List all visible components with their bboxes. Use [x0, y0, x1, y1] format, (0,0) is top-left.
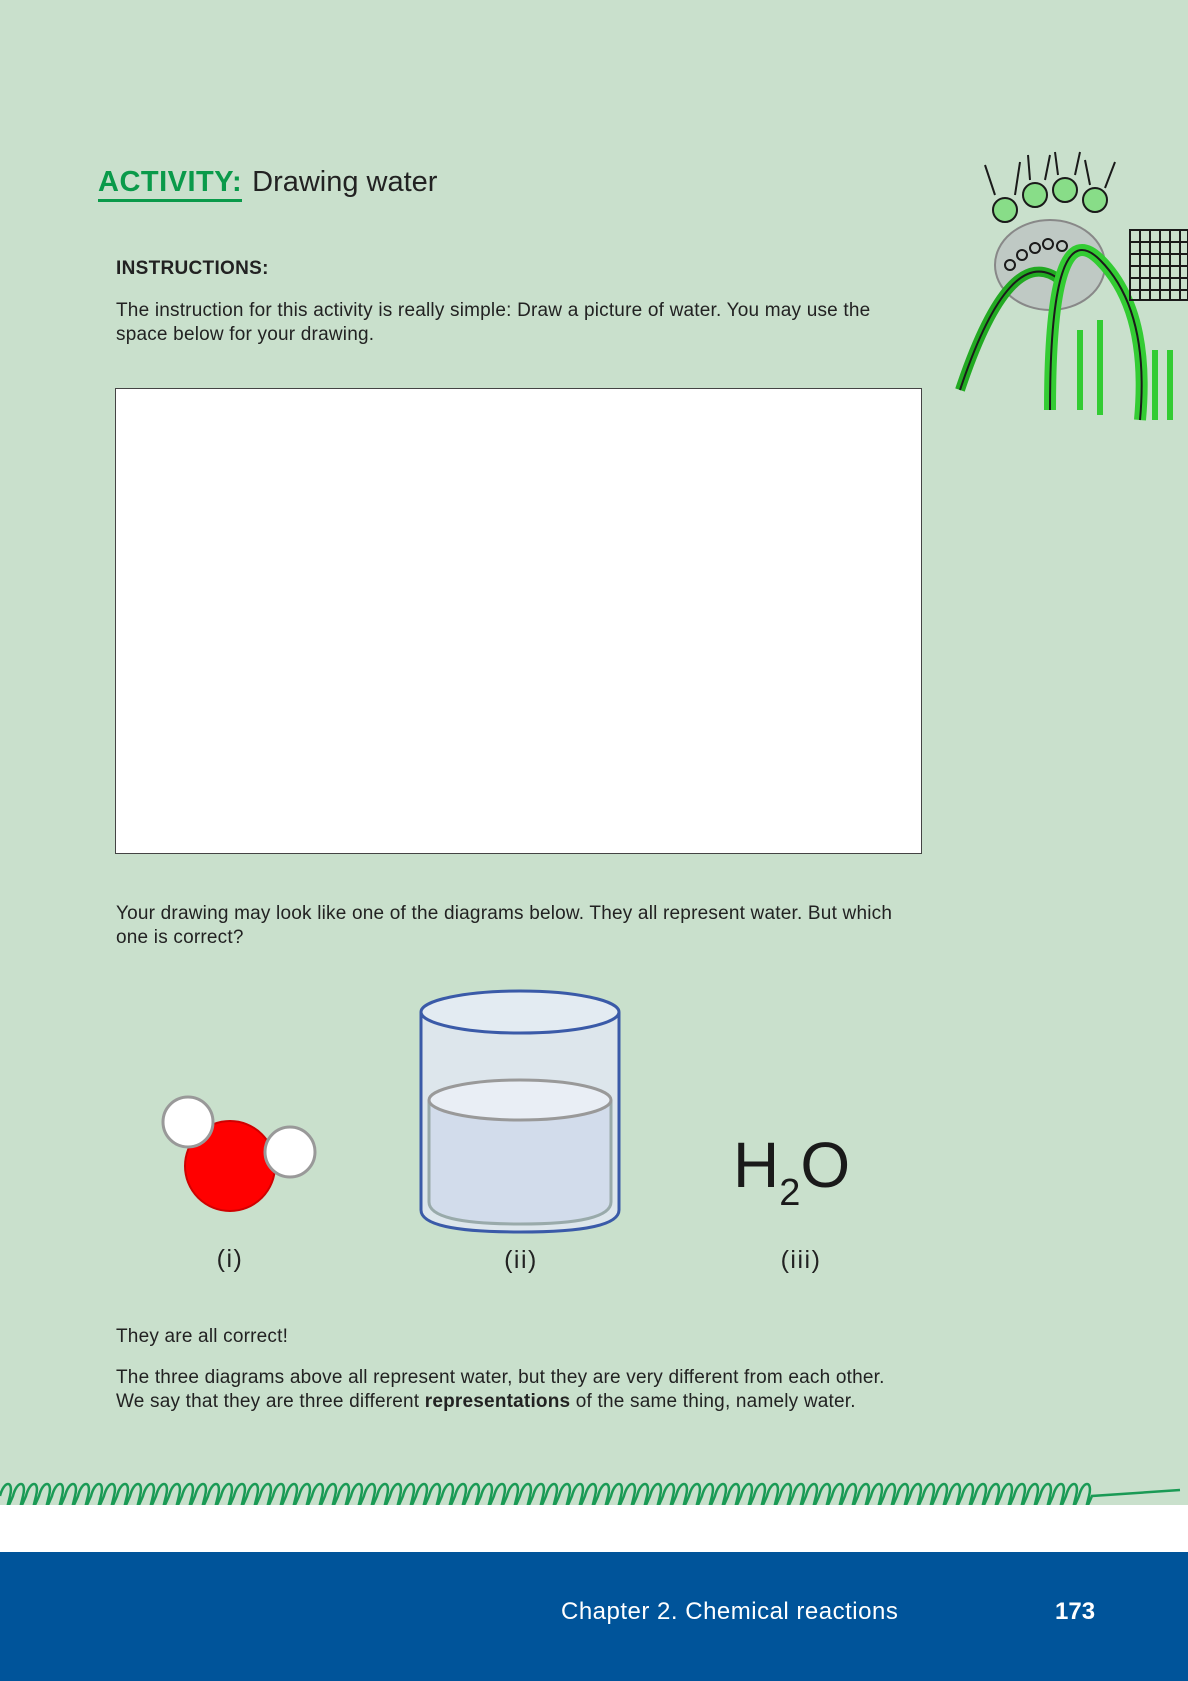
formula-base: H: [733, 1129, 780, 1201]
roller-coaster-illustration: [955, 151, 1188, 421]
formula-subscript: 2: [779, 1172, 801, 1214]
instructions-text: The instruction for this activity is rea…: [116, 300, 871, 345]
explanation-text: The three diagrams above all represent w…: [116, 1366, 906, 1414]
diagram-caption-iii: (iii): [780, 1246, 822, 1274]
answer-text: They are all correct!: [116, 1326, 289, 1347]
formula-tail: O: [800, 1129, 851, 1201]
diagram-caption-i: (i): [216, 1245, 244, 1273]
h2o-formula: H2O: [733, 1130, 850, 1228]
diagram-caption-ii: (ii): [504, 1246, 538, 1274]
page-number: 173: [1055, 1598, 1096, 1625]
glass-of-water-icon: [419, 989, 621, 1234]
instructions-label: INSTRUCTIONS:: [116, 258, 269, 279]
activity-heading: ACTIVITY: Drawing water: [98, 164, 438, 202]
explanation-after: of the same thing, namely water.: [570, 1391, 856, 1412]
water-molecule-icon: [161, 1095, 317, 1212]
activity-label: ACTIVITY:: [98, 166, 243, 202]
intro-text: Your drawing may look like one of the di…: [116, 903, 893, 948]
footer-strip: [0, 1505, 1188, 1552]
drawing-area[interactable]: [115, 388, 922, 854]
activity-title: Drawing water: [252, 166, 438, 198]
explanation-bold-term: representations: [424, 1391, 571, 1412]
footer-chapter: Chapter 2. Chemical reactions: [561, 1598, 899, 1625]
